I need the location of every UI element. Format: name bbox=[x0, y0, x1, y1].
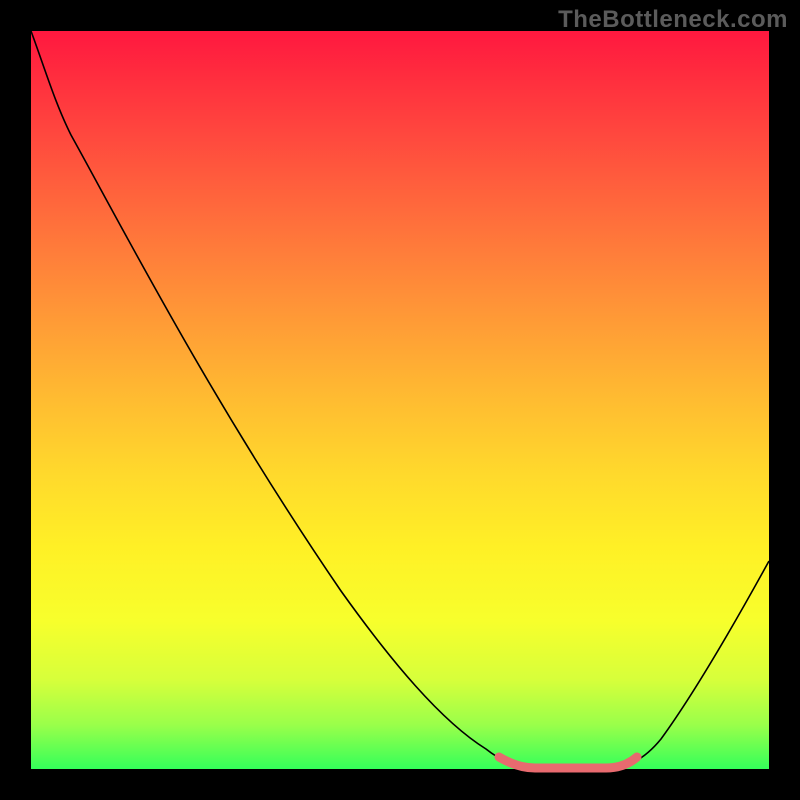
plot-area bbox=[31, 31, 769, 769]
watermark-text: TheBottleneck.com bbox=[558, 6, 788, 34]
chart-frame: TheBottleneck.com bbox=[0, 0, 800, 800]
